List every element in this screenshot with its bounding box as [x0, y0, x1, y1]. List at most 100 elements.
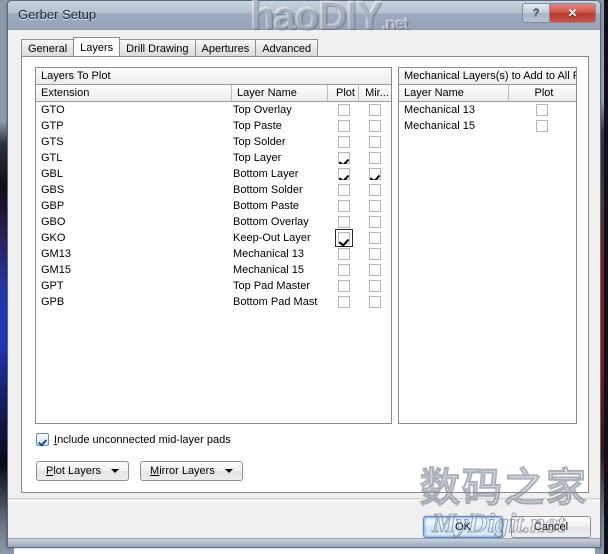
mirror-layers-rest: irror Layers [159, 465, 215, 477]
plot-checkbox[interactable] [338, 184, 350, 196]
column-header-layer-name[interactable]: Layer Name [232, 85, 328, 101]
cell-mirror[interactable] [359, 248, 390, 260]
plot-layers-button[interactable]: Plot Layers [36, 461, 129, 481]
tab-layers[interactable]: Layers [73, 37, 120, 57]
column-header-mirror[interactable]: Mir... [359, 85, 390, 101]
cell-plot[interactable] [328, 120, 359, 132]
mirror-checkbox[interactable] [369, 104, 381, 116]
ok-button[interactable]: OK [423, 516, 503, 538]
cell-layer-name: Top Solder [232, 134, 328, 150]
cell-plot[interactable] [328, 200, 359, 212]
table-row[interactable]: GPTTop Pad Master [36, 278, 391, 294]
cell-mirror[interactable] [359, 120, 390, 132]
plot-checkbox[interactable] [338, 264, 350, 276]
mirror-checkbox[interactable] [369, 264, 381, 276]
mirror-checkbox[interactable] [369, 184, 381, 196]
column-header-mech-layer-name[interactable]: Layer Name [399, 85, 509, 101]
cell-mirror[interactable] [359, 232, 390, 244]
table-row[interactable]: GM15Mechanical 15 [36, 262, 391, 278]
table-row[interactable]: GTLTop Layer [36, 150, 391, 166]
cell-mirror[interactable] [359, 184, 390, 196]
table-row[interactable]: GPBBottom Pad Mast [36, 294, 391, 310]
plot-checkbox[interactable] [338, 168, 350, 180]
cell-extension: GBP [36, 198, 232, 214]
plot-checkbox[interactable] [338, 248, 350, 260]
table-row[interactable]: GBSBottom Solder [36, 182, 391, 198]
cell-plot[interactable] [328, 248, 359, 260]
table-row[interactable]: GM13Mechanical 13 [36, 246, 391, 262]
mirror-checkbox[interactable] [369, 168, 381, 180]
title-bar[interactable]: Gerber Setup ? ✕ [8, 1, 600, 30]
mirror-checkbox[interactable] [369, 216, 381, 228]
plot-checkbox[interactable] [338, 216, 350, 228]
cell-plot[interactable] [328, 168, 359, 180]
help-button[interactable]: ? [522, 3, 550, 23]
mirror-checkbox[interactable] [369, 296, 381, 308]
cell-plot[interactable] [328, 104, 359, 116]
plot-checkbox[interactable] [338, 152, 350, 164]
plot-checkbox[interactable] [338, 104, 350, 116]
cell-extension: GKO [36, 230, 232, 246]
include-unconnected-pads-checkbox[interactable] [36, 433, 49, 446]
cell-layer-name: Top Pad Master [232, 278, 328, 294]
mirror-checkbox[interactable] [369, 136, 381, 148]
column-header-mech-plot[interactable]: Plot [509, 85, 574, 101]
chevron-down-icon [225, 469, 233, 473]
plot-checkbox[interactable] [338, 136, 350, 148]
plot-checkbox[interactable] [338, 200, 350, 212]
cell-mirror[interactable] [359, 152, 390, 164]
plot-checkbox[interactable] [338, 280, 350, 292]
plot-checkbox[interactable] [338, 120, 350, 132]
column-header-extension[interactable]: Extension [36, 85, 232, 101]
plot-checkbox[interactable] [338, 296, 350, 308]
mirror-checkbox[interactable] [369, 152, 381, 164]
tab-advanced[interactable]: Advanced [255, 39, 318, 57]
cell-mirror[interactable] [359, 216, 390, 228]
cell-mirror[interactable] [359, 280, 390, 292]
cell-mech-plot[interactable] [509, 104, 574, 116]
cell-mirror[interactable] [359, 104, 390, 116]
mirror-checkbox[interactable] [369, 248, 381, 260]
gerber-setup-dialog: Gerber Setup ? ✕ GeneralLayersDrill Draw… [7, 0, 601, 548]
table-row[interactable]: GBOBottom Overlay [36, 214, 391, 230]
plot-checkbox[interactable] [338, 232, 350, 244]
table-row[interactable]: GBLBottom Layer [36, 166, 391, 182]
cell-mirror[interactable] [359, 264, 390, 276]
close-button[interactable]: ✕ [550, 3, 596, 23]
table-row[interactable]: GTSTop Solder [36, 134, 391, 150]
table-row[interactable]: Mechanical 13 [399, 102, 576, 118]
column-header-plot[interactable]: Plot [328, 85, 359, 101]
table-row[interactable]: GBPBottom Paste [36, 198, 391, 214]
cell-mirror[interactable] [359, 136, 390, 148]
tab-apertures[interactable]: Apertures [195, 39, 257, 57]
include-unconnected-pads-row[interactable]: Include unconnected mid-layer pads [36, 433, 231, 446]
mirror-layers-button[interactable]: Mirror Layers [140, 461, 243, 481]
cancel-button[interactable]: Cancel [511, 516, 591, 538]
cell-mirror[interactable] [359, 168, 390, 180]
mech-plot-checkbox[interactable] [536, 120, 548, 132]
table-row[interactable]: GTOTop Overlay [36, 102, 391, 118]
cell-plot[interactable] [328, 136, 359, 148]
cell-plot[interactable] [328, 264, 359, 276]
cell-plot[interactable] [328, 184, 359, 196]
table-row[interactable]: Mechanical 15 [399, 118, 576, 134]
mirror-layers-accel: M [150, 465, 159, 477]
mirror-checkbox[interactable] [369, 280, 381, 292]
mirror-checkbox[interactable] [369, 232, 381, 244]
cell-plot[interactable] [328, 229, 359, 247]
cell-plot[interactable] [328, 296, 359, 308]
table-row[interactable]: GKOKeep-Out Layer [36, 230, 391, 246]
cell-plot[interactable] [328, 152, 359, 164]
cell-extension: GPB [36, 294, 232, 310]
cell-plot[interactable] [328, 216, 359, 228]
cell-mirror[interactable] [359, 296, 390, 308]
cell-plot[interactable] [328, 280, 359, 292]
table-row[interactable]: GTPTop Paste [36, 118, 391, 134]
mech-plot-checkbox[interactable] [536, 104, 548, 116]
cell-mech-plot[interactable] [509, 120, 574, 132]
tab-general[interactable]: General [21, 39, 74, 57]
tab-drill-drawing[interactable]: Drill Drawing [119, 39, 195, 57]
mirror-checkbox[interactable] [369, 120, 381, 132]
mirror-checkbox[interactable] [369, 200, 381, 212]
cell-mirror[interactable] [359, 200, 390, 212]
